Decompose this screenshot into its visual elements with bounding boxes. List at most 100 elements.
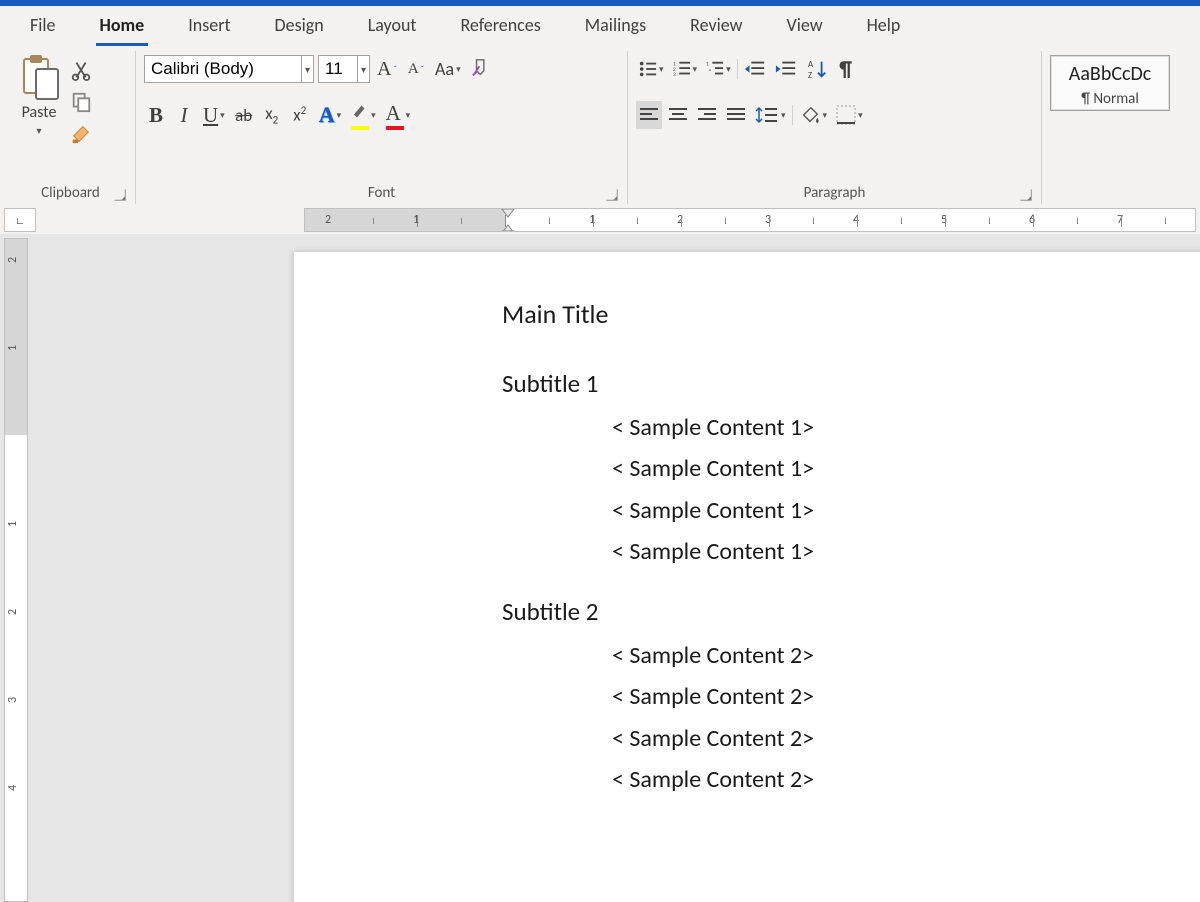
font-name-input[interactable] xyxy=(145,59,301,79)
vertical-ruler-container: 211234 xyxy=(0,234,34,902)
grow-font-button[interactable]: Aˆ xyxy=(374,55,400,83)
increase-indent-icon xyxy=(775,59,797,79)
svg-text:A: A xyxy=(807,59,813,70)
grow-font-icon: A xyxy=(377,58,391,81)
group-styles: AaBbCcDc ¶ Normal xyxy=(1042,51,1194,204)
document-page[interactable]: Main Title Subtitle 1 < Sample Content 1>… xyxy=(294,252,1200,902)
doc-content-line[interactable]: < Sample Content 2> xyxy=(502,718,1200,759)
increase-indent-button[interactable] xyxy=(772,55,800,83)
vertical-ruler[interactable]: 211234 xyxy=(4,238,28,902)
style-name: ¶ Normal xyxy=(1081,90,1139,108)
font-color-button[interactable]: A▾ xyxy=(383,101,414,129)
shading-button[interactable]: ▾ xyxy=(796,101,831,129)
doc-content-line[interactable]: < Sample Content 2> xyxy=(502,759,1200,800)
align-center-button[interactable] xyxy=(665,101,691,129)
style-preview: AaBbCcDc xyxy=(1069,62,1151,86)
numbering-icon: 123 xyxy=(673,60,691,78)
separator xyxy=(792,105,793,125)
doc-content-line[interactable]: < Sample Content 2> xyxy=(502,676,1200,717)
document-viewport[interactable]: Main Title Subtitle 1 < Sample Content 1>… xyxy=(34,234,1200,902)
group-paragraph: ▾ 123▾ 1a▾ xyxy=(628,51,1042,204)
decrease-indent-icon xyxy=(744,59,766,79)
align-left-button[interactable] xyxy=(636,101,662,129)
text-effects-button[interactable]: A▾ xyxy=(316,101,344,129)
superscript-icon: x2 xyxy=(293,104,306,126)
ribbon-tabs: File Home Insert Design Layout Reference… xyxy=(0,6,1200,46)
tab-review[interactable]: Review xyxy=(668,6,764,46)
paint-bucket-icon xyxy=(799,104,821,126)
change-case-icon: Aa xyxy=(435,58,454,80)
superscript-button[interactable]: x2 xyxy=(288,101,312,129)
subscript-button[interactable]: x2 xyxy=(260,101,284,129)
tab-references[interactable]: References xyxy=(438,6,562,46)
italic-button[interactable]: I xyxy=(172,101,196,129)
doc-content-line[interactable]: < Sample Content 1> xyxy=(502,531,1200,572)
font-size-combo[interactable]: ▾ xyxy=(318,55,370,83)
tab-help[interactable]: Help xyxy=(845,6,923,46)
align-left-icon xyxy=(639,106,659,124)
chevron-down-icon: ▾ xyxy=(36,124,41,137)
font-name-combo[interactable]: ▾ xyxy=(144,55,314,83)
doc-content-line[interactable]: < Sample Content 2> xyxy=(502,635,1200,676)
edit-area: 211234 Main Title Subtitle 1 < Sample Con… xyxy=(0,234,1200,902)
svg-text:1: 1 xyxy=(706,61,709,67)
font-size-input[interactable] xyxy=(319,59,357,79)
style-normal[interactable]: AaBbCcDc ¶ Normal xyxy=(1050,55,1170,111)
paste-label: Paste xyxy=(22,103,57,122)
chevron-down-icon[interactable]: ▾ xyxy=(301,56,313,82)
paintbrush-icon xyxy=(70,123,92,145)
line-spacing-button[interactable]: ▾ xyxy=(752,101,789,129)
doc-content-line[interactable]: < Sample Content 1> xyxy=(502,448,1200,489)
text-effects-icon: A xyxy=(319,102,335,128)
horizontal-ruler[interactable]: 2112345678 xyxy=(304,208,1196,232)
align-center-icon xyxy=(668,106,688,124)
format-painter-button[interactable] xyxy=(68,121,94,147)
numbering-button[interactable]: 123▾ xyxy=(670,55,701,83)
borders-button[interactable]: ▾ xyxy=(833,101,866,129)
strikethrough-icon: ab xyxy=(235,105,252,126)
highlight-button[interactable]: ▾ xyxy=(348,101,379,129)
strikethrough-button[interactable]: ab xyxy=(232,101,256,129)
tab-mailings[interactable]: Mailings xyxy=(563,6,668,46)
tab-selector[interactable]: ∟ xyxy=(4,208,36,232)
tab-layout[interactable]: Layout xyxy=(346,6,439,46)
bold-icon: B xyxy=(149,103,163,128)
align-right-button[interactable] xyxy=(694,101,720,129)
underline-button[interactable]: U▾ xyxy=(200,101,228,129)
highlight-icon xyxy=(351,101,369,130)
tab-insert[interactable]: Insert xyxy=(166,6,252,46)
copy-button[interactable] xyxy=(68,89,94,115)
sort-button[interactable]: AZ xyxy=(803,55,831,83)
shrink-font-icon: A xyxy=(408,61,419,78)
chevron-down-icon[interactable]: ▾ xyxy=(357,56,369,82)
eraser-icon xyxy=(471,58,493,80)
tab-view[interactable]: View xyxy=(765,6,845,46)
bold-button[interactable]: B xyxy=(144,101,168,129)
justify-icon xyxy=(726,106,746,124)
doc-subtitle[interactable]: Subtitle 2 xyxy=(502,596,1200,627)
paragraph-launcher[interactable] xyxy=(1020,189,1031,200)
tab-home[interactable]: Home xyxy=(78,6,167,46)
clipboard-launcher[interactable] xyxy=(114,189,125,200)
tab-file[interactable]: File xyxy=(8,6,78,46)
change-case-button[interactable]: Aa▾ xyxy=(432,55,464,83)
cut-button[interactable] xyxy=(68,57,94,83)
subscript-icon: x2 xyxy=(265,103,278,126)
doc-content-line[interactable]: < Sample Content 1> xyxy=(502,407,1200,448)
doc-content-line[interactable]: < Sample Content 1> xyxy=(502,490,1200,531)
doc-subtitle[interactable]: Subtitle 1 xyxy=(502,368,1200,399)
doc-main-title[interactable]: Main Title xyxy=(502,298,1200,330)
bullets-icon xyxy=(639,60,657,78)
multilevel-list-button[interactable]: 1a▾ xyxy=(703,55,734,83)
clipboard-icon xyxy=(18,55,60,101)
shrink-font-button[interactable]: Aˇ xyxy=(404,55,428,83)
clear-formatting-button[interactable] xyxy=(468,55,496,83)
tab-design[interactable]: Design xyxy=(253,6,346,46)
justify-button[interactable] xyxy=(723,101,749,129)
show-marks-button[interactable]: ¶ xyxy=(834,55,858,83)
indent-marker[interactable] xyxy=(501,208,515,232)
paste-button[interactable]: Paste ▾ xyxy=(14,51,64,141)
decrease-indent-button[interactable] xyxy=(741,55,769,83)
font-launcher[interactable] xyxy=(606,189,617,200)
bullets-button[interactable]: ▾ xyxy=(636,55,667,83)
